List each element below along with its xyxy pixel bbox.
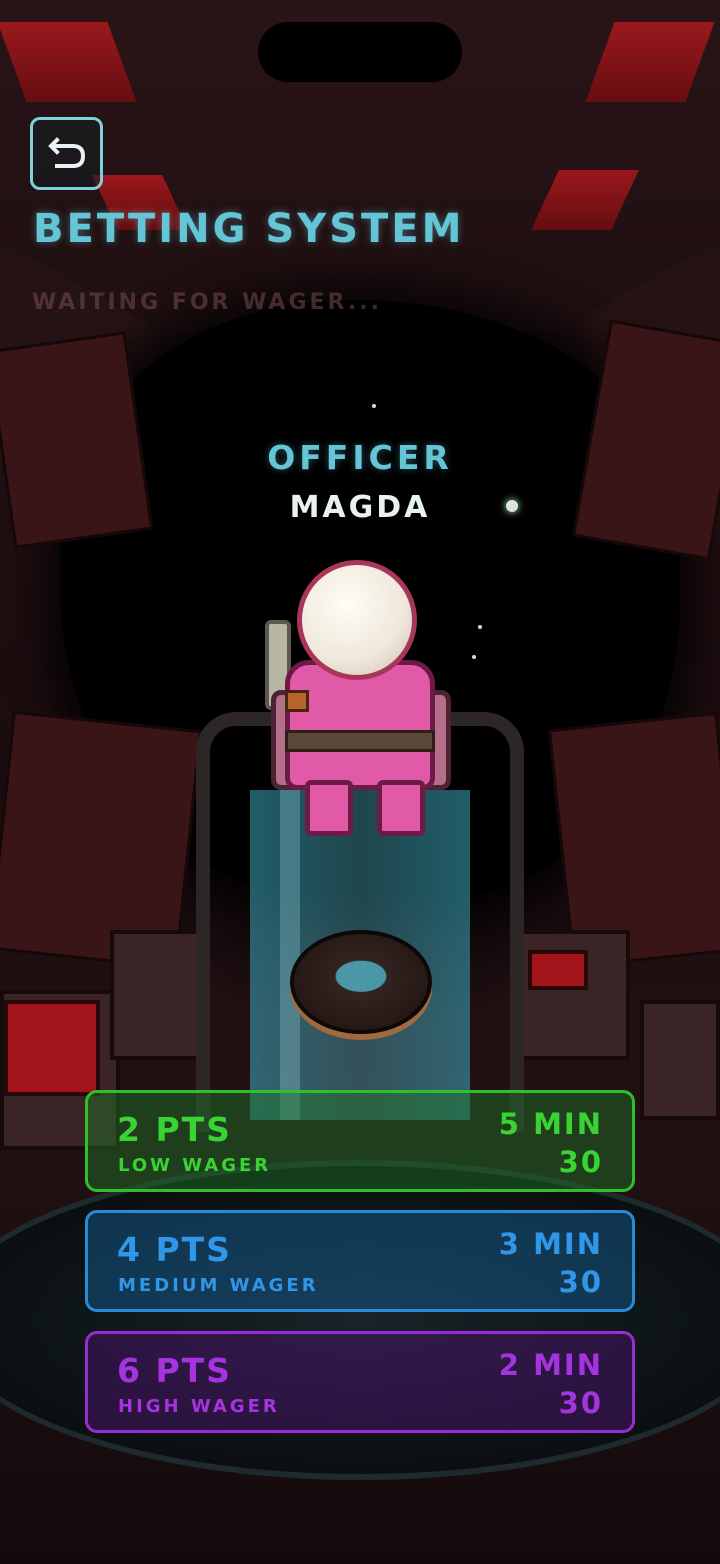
low-wager-button[interactable]: 2 PTS LOW WAGER 5 MIN 30	[85, 1090, 635, 1192]
console	[110, 930, 200, 1060]
astronaut-character	[265, 560, 455, 840]
astronaut-helmet	[297, 560, 417, 680]
console-screen	[528, 950, 588, 990]
wager-points: 4 PTS	[117, 1230, 232, 1269]
astronaut-leg	[305, 780, 353, 836]
high-wager-button[interactable]: 6 PTS HIGH WAGER 2 MIN 30	[85, 1331, 635, 1433]
wager-label: MEDIUM WAGER	[118, 1275, 319, 1296]
page-title: BETTING SYSTEM	[33, 206, 465, 252]
wager-label: LOW WAGER	[118, 1155, 272, 1176]
back-button[interactable]	[30, 117, 103, 190]
wager-points: 6 PTS	[117, 1351, 232, 1390]
suit-patch	[285, 690, 309, 712]
astronaut-leg	[377, 780, 425, 836]
wager-seconds: 30	[558, 1265, 603, 1299]
wager-minutes: 3 MIN	[498, 1227, 603, 1261]
wager-seconds: 30	[558, 1386, 603, 1420]
back-arrow-icon	[47, 136, 85, 168]
camera-notch	[258, 22, 462, 82]
console	[640, 1000, 720, 1120]
wager-seconds: 30	[558, 1145, 603, 1179]
character-rank: OFFICER	[267, 438, 453, 477]
wager-minutes: 2 MIN	[498, 1348, 603, 1382]
broken-screen	[4, 1000, 100, 1096]
star	[472, 655, 476, 659]
medium-wager-button[interactable]: 4 PTS MEDIUM WAGER 3 MIN 30	[85, 1210, 635, 1312]
star	[478, 625, 482, 629]
donut-reward	[290, 930, 432, 1034]
wager-minutes: 5 MIN	[498, 1107, 603, 1141]
status-text: WAITING FOR WAGER...	[32, 290, 382, 315]
utility-belt	[285, 730, 435, 752]
character-name: MAGDA	[289, 490, 431, 525]
wager-label: HIGH WAGER	[118, 1396, 280, 1417]
star	[372, 404, 376, 408]
wager-points: 2 PTS	[117, 1110, 232, 1149]
